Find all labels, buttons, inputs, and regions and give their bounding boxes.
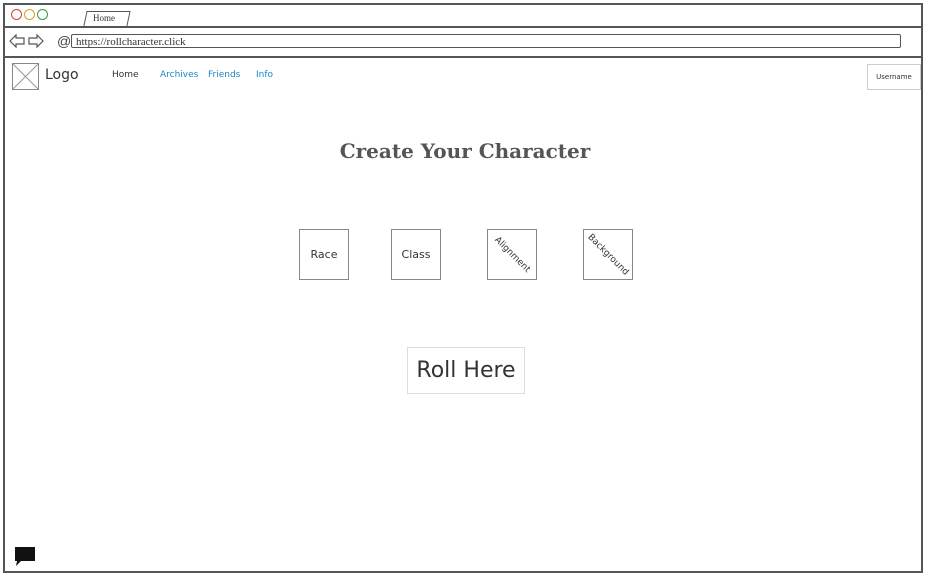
maximize-window-icon[interactable] [37, 9, 48, 20]
chat-icon[interactable] [14, 546, 36, 568]
nav-link-archives[interactable]: Archives [160, 70, 198, 80]
class-label: Class [401, 248, 431, 261]
background-label: Background [585, 231, 631, 278]
nav-link-home[interactable]: Home [112, 70, 139, 80]
alignment-label: Alignment [492, 234, 532, 275]
race-label: Race [310, 248, 338, 261]
url-field[interactable]: https://rollcharacter.click [71, 34, 901, 48]
browser-tab-label[interactable]: Home [93, 13, 115, 23]
site-info-icon[interactable]: @ [57, 33, 71, 49]
browser-titlebar: Home [5, 5, 921, 28]
background-button[interactable]: Background [583, 229, 633, 280]
browser-address-bar: @ https://rollcharacter.click [5, 28, 921, 58]
nav-link-friends[interactable]: Friends [208, 70, 240, 80]
roll-button[interactable]: Roll Here [407, 347, 525, 394]
logo-image[interactable] [12, 63, 39, 90]
race-button[interactable]: Race [299, 229, 349, 280]
class-button[interactable]: Class [391, 229, 441, 280]
forward-arrow-icon[interactable] [28, 34, 44, 48]
roll-label: Roll Here [416, 358, 516, 383]
logo-text[interactable]: Logo [45, 67, 79, 83]
nav-link-info[interactable]: Info [256, 70, 273, 80]
username-button[interactable]: Username [867, 64, 921, 90]
alignment-button[interactable]: Alignment [487, 229, 537, 280]
back-arrow-icon[interactable] [9, 34, 25, 48]
page-title: Create Your Character [339, 139, 591, 163]
browser-window: Home @ https://rollcharacter.click Logo … [3, 3, 923, 573]
image-placeholder-icon [12, 63, 39, 90]
minimize-window-icon[interactable] [24, 9, 35, 20]
close-window-icon[interactable] [11, 9, 22, 20]
